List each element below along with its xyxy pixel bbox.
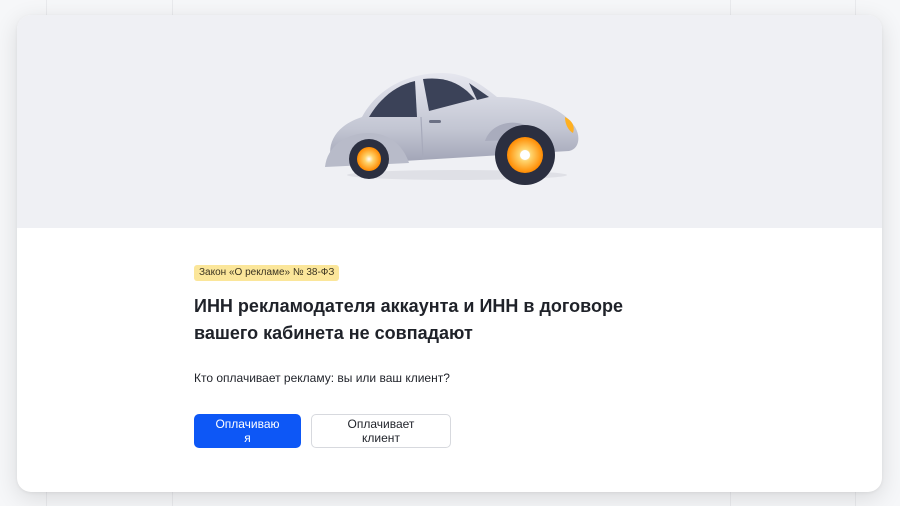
dialog-title: ИНН рекламодателя аккаунта и ИНН в догов… [194,296,623,343]
dialog-content: Закон «О рекламе» № 38-ФЗ ИНН рекламодат… [194,262,714,448]
inn-mismatch-dialog: Закон «О рекламе» № 38-ФЗ ИНН рекламодат… [17,15,882,492]
dialog-hero [17,15,882,228]
dialog-question: Кто оплачивает рекламу: вы или ваш клиен… [194,371,450,385]
law-badge: Закон «О рекламе» № 38-ФЗ [194,265,340,281]
i-pay-button[interactable]: Оплачиваю я [194,414,301,448]
client-pays-button[interactable]: Оплачивает клиент [311,414,451,448]
dialog-actions: Оплачиваю я Оплачивает клиент [194,414,714,448]
car-icon [325,73,579,185]
